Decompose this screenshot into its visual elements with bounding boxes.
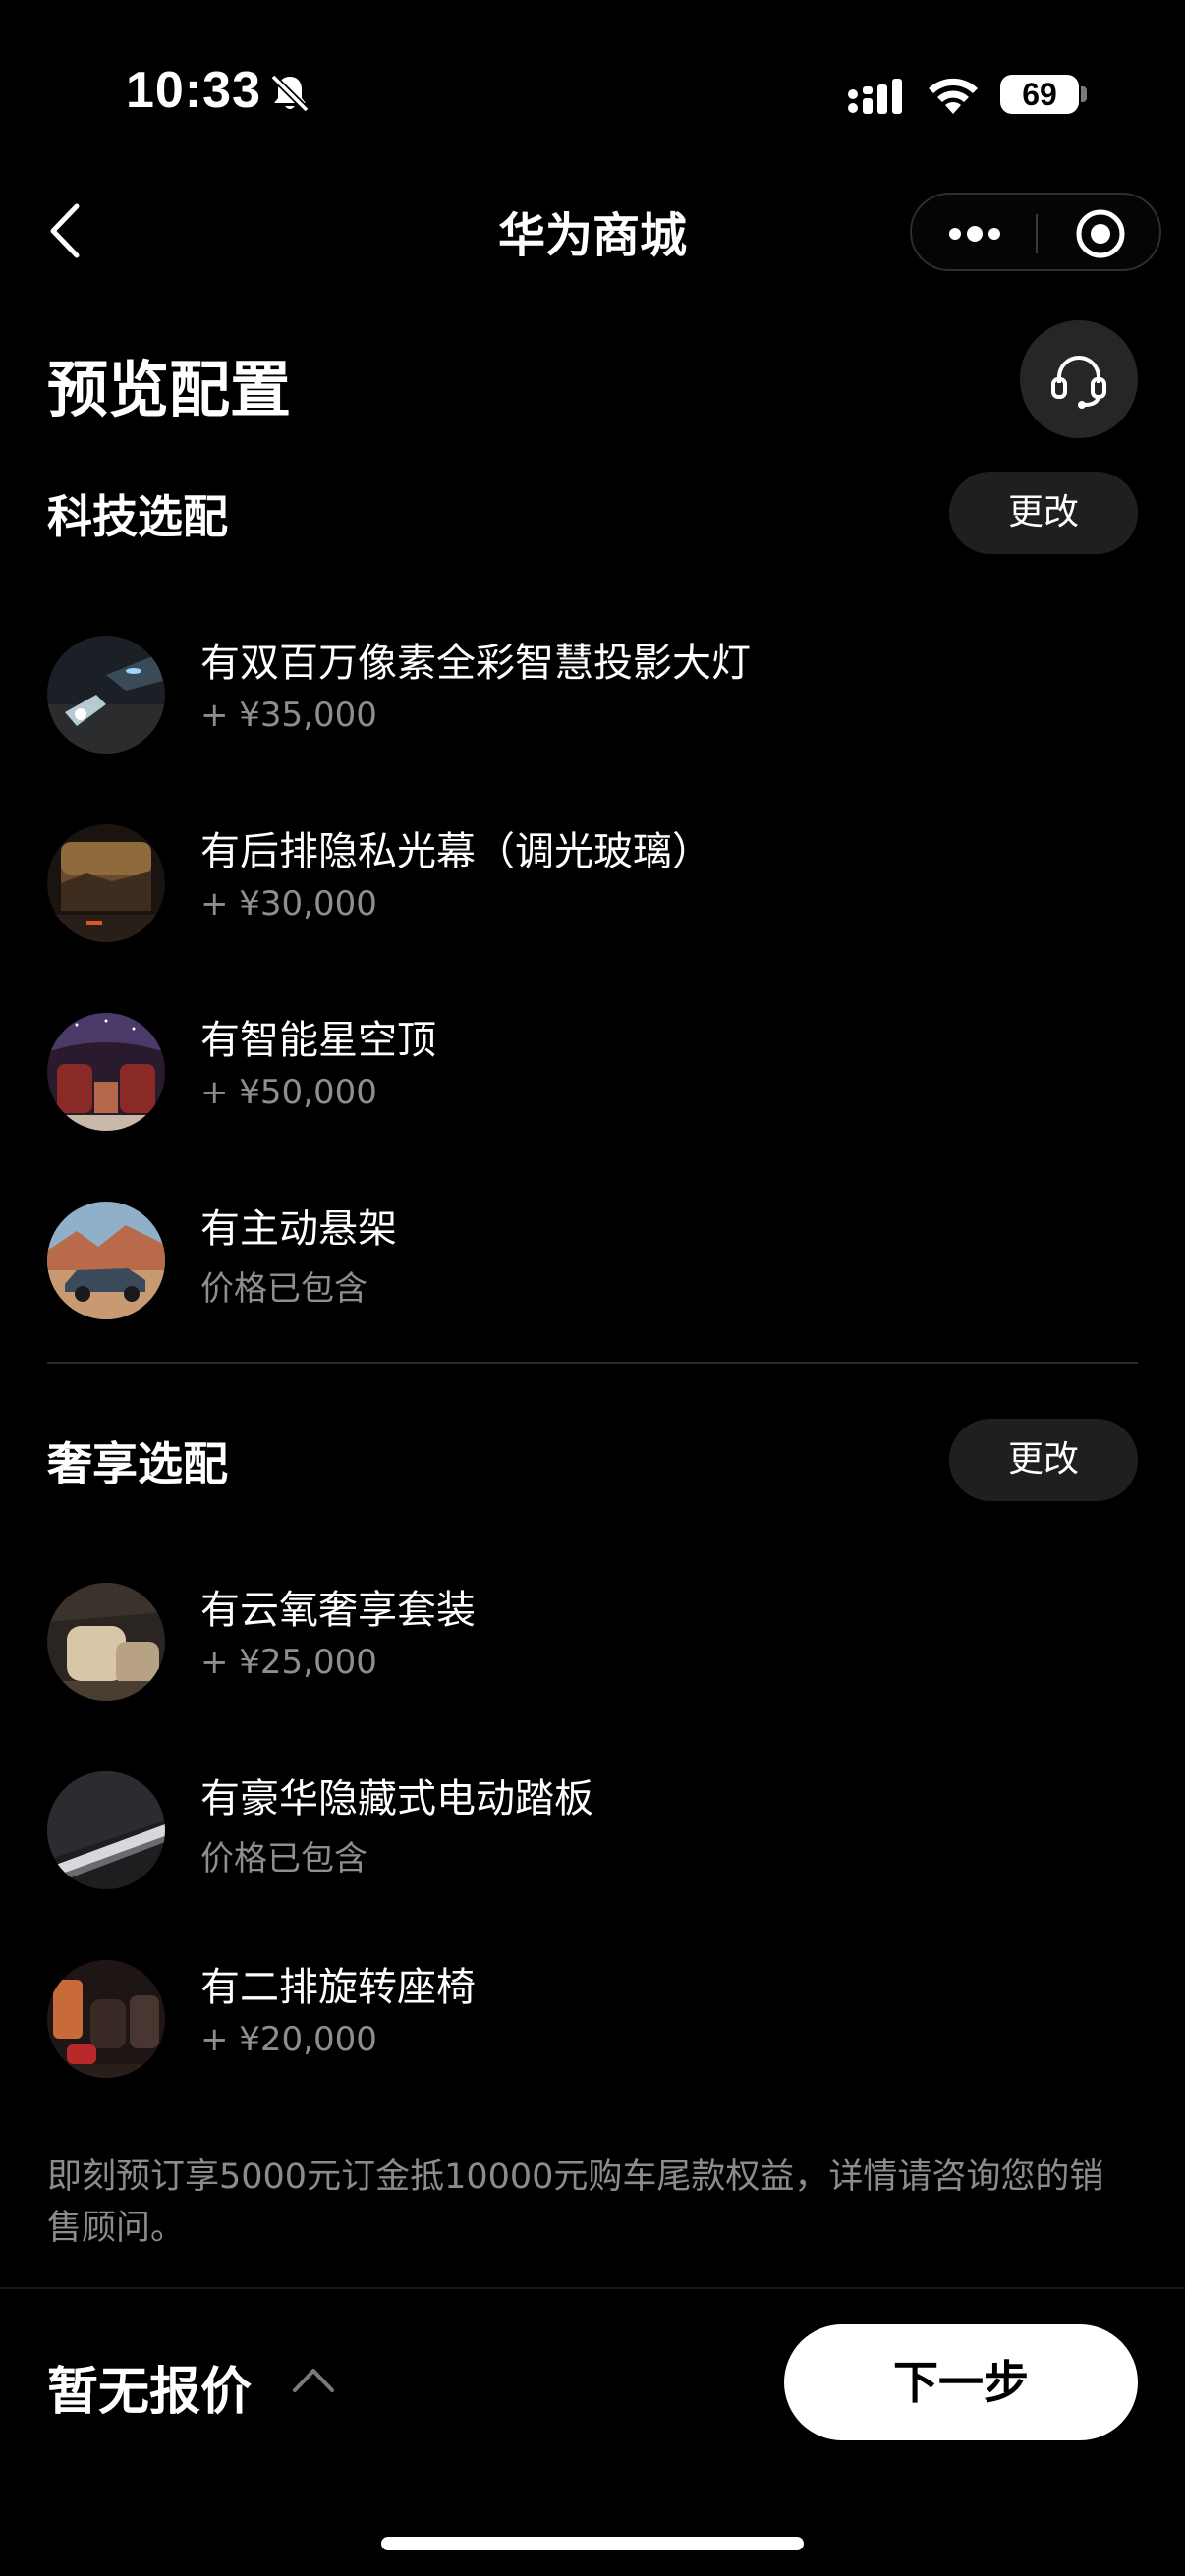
option-item: 有云氧奢享套装 + ¥25,000: [47, 1578, 1138, 1706]
close-target-icon[interactable]: [1073, 206, 1128, 261]
option-price: + ¥50,000: [200, 1073, 377, 1112]
option-name: 有豪华隐藏式电动踏板: [200, 1776, 593, 1821]
battery-indicator: 69: [1000, 75, 1079, 114]
option-thumbnail-running-board: [47, 1771, 165, 1889]
option-price: + ¥25,000: [200, 1643, 377, 1682]
option-thumbnail-luxury-suite: [47, 1583, 165, 1701]
change-tech-button[interactable]: 更改: [949, 472, 1138, 554]
bell-mute-icon: [270, 74, 310, 113]
option-price: 价格已包含: [200, 1839, 367, 1878]
promotion-notice: 即刻预订享5000元订金抵10000元购车尾款权益，详情请咨询您的销售顾问。: [47, 2157, 1104, 2248]
home-indicator: [381, 2537, 804, 2550]
option-name: 有双百万像素全彩智慧投影大灯: [200, 641, 751, 686]
cellular-signal-icon: [848, 79, 902, 114]
wifi-icon: [929, 78, 978, 114]
status-time: 10:33: [126, 62, 261, 119]
next-step-button[interactable]: 下一步: [784, 2324, 1138, 2440]
option-thumbnail-suspension: [47, 1202, 165, 1319]
customer-service-button[interactable]: [1020, 320, 1138, 438]
option-item: 有后排隐私光幕（调光玻璃） + ¥30,000: [47, 819, 1138, 947]
quote-status[interactable]: 暂无报价: [47, 2350, 252, 2424]
option-item: 有主动悬架 价格已包含: [47, 1197, 1138, 1324]
option-name: 有主动悬架: [200, 1206, 397, 1252]
option-item: 有二排旋转座椅 + ¥20,000: [47, 1955, 1138, 2083]
option-name: 有后排隐私光幕（调光玻璃）: [200, 829, 711, 874]
option-item: 有豪华隐藏式电动踏板 价格已包含: [47, 1766, 1138, 1894]
change-luxury-button[interactable]: 更改: [949, 1419, 1138, 1501]
option-thumbnail-headlight: [47, 636, 165, 754]
option-item: 有智能星空顶 + ¥50,000: [47, 1008, 1138, 1136]
page-title: 预览配置: [47, 354, 292, 425]
option-name: 有二排旋转座椅: [200, 1965, 476, 2010]
chevron-up-icon[interactable]: [291, 2364, 336, 2395]
option-name: 有智能星空顶: [200, 1018, 436, 1063]
battery-nub: [1081, 86, 1087, 102]
option-price: + ¥35,000: [200, 696, 377, 735]
option-thumbnail-rear-window: [47, 824, 165, 942]
option-price: + ¥30,000: [200, 884, 377, 924]
option-name: 有云氧奢享套装: [200, 1588, 476, 1633]
headset-icon: [1051, 356, 1106, 409]
mini-program-capsule: [910, 193, 1161, 271]
more-icon[interactable]: [945, 216, 1004, 252]
option-thumbnail-swivel-seat: [47, 1960, 165, 2078]
option-price: 价格已包含: [200, 1269, 367, 1309]
capsule-divider: [1036, 214, 1038, 253]
option-thumbnail-starry-roof: [47, 1013, 165, 1131]
section-title-tech: 科技选配: [47, 490, 228, 543]
bottom-bar-divider: [0, 2287, 1185, 2289]
section-title-luxury: 奢享选配: [47, 1437, 228, 1490]
option-price: + ¥20,000: [200, 2020, 377, 2059]
option-item: 有双百万像素全彩智慧投影大灯 + ¥35,000: [47, 631, 1138, 758]
status-bar: 10:33 69: [0, 0, 1185, 187]
section-divider: [47, 1362, 1138, 1364]
